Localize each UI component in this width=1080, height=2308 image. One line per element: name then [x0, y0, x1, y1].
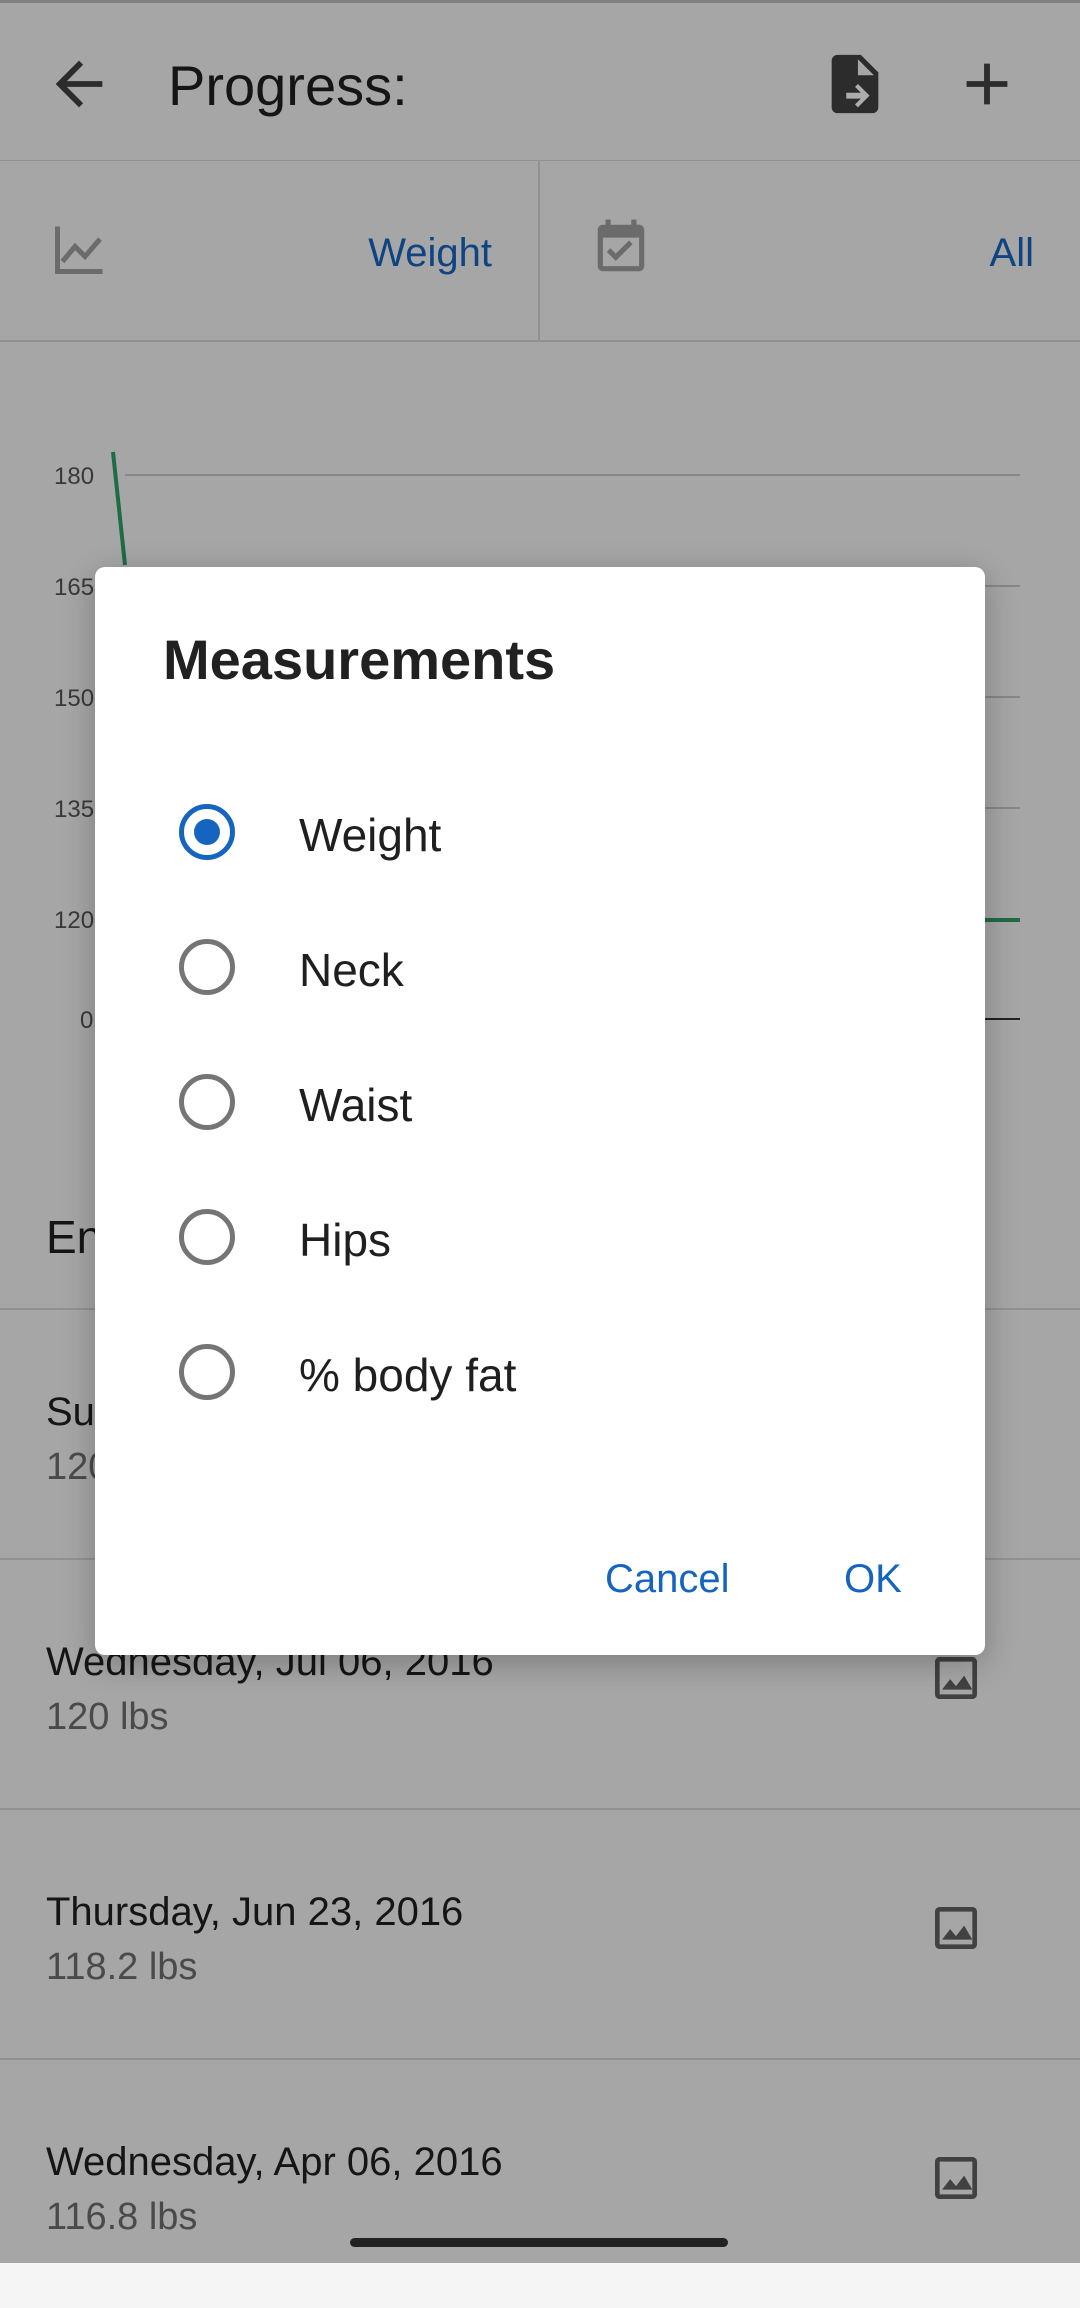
radio-button[interactable] — [179, 1074, 235, 1130]
cancel-button[interactable]: Cancel — [605, 1557, 730, 1602]
option-neck[interactable]: Neck — [95, 901, 985, 1035]
option-label: Hips — [299, 1214, 392, 1266]
option-label: Weight — [299, 809, 442, 861]
option-label: Waist — [299, 1079, 413, 1131]
option-body-fat[interactable]: % body fat — [95, 1306, 985, 1440]
dialog-title: Measurements — [163, 628, 556, 691]
radio-button[interactable] — [179, 939, 235, 995]
option-label: % body fat — [299, 1349, 517, 1401]
radio-button[interactable] — [179, 1209, 235, 1265]
measurements-dialog: Measurements Weight Neck Waist Hips % body f… — [95, 567, 985, 1655]
radio-button[interactable] — [179, 804, 235, 860]
ok-button[interactable]: OK — [844, 1557, 902, 1602]
radio-button[interactable] — [179, 1344, 235, 1400]
option-weight[interactable]: Weight — [95, 766, 985, 900]
option-label: Neck — [299, 944, 404, 996]
option-hips[interactable]: Hips — [95, 1171, 985, 1305]
option-waist[interactable]: Waist — [95, 1036, 985, 1170]
